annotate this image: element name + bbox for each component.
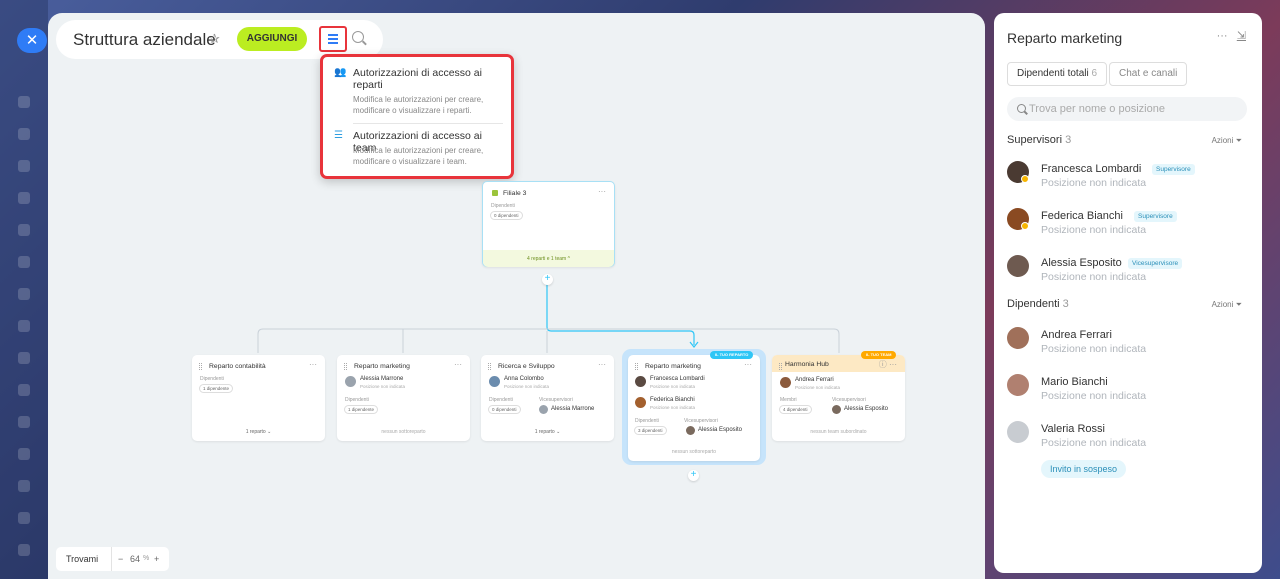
sidebar-icon[interactable] xyxy=(18,448,30,460)
search-icon[interactable] xyxy=(352,31,364,43)
list-item[interactable]: Andrea Ferrari Posizione non indicata xyxy=(1007,327,1247,363)
role-badge: Supervisore xyxy=(1152,164,1195,175)
avatar xyxy=(345,376,356,387)
left-sidebar xyxy=(0,0,48,579)
your-team-badge: IL TUO TEAM xyxy=(861,351,897,359)
avatar xyxy=(489,376,500,387)
collapse-icon[interactable]: ⇲ xyxy=(1237,30,1246,42)
sidebar-icon[interactable] xyxy=(18,384,30,396)
page-title: Struttura aziendale xyxy=(73,30,216,49)
sidebar-icon[interactable] xyxy=(18,128,30,140)
avatar xyxy=(539,405,548,414)
more-icon[interactable]: ··· xyxy=(744,360,752,369)
team-list-icon: ☰ xyxy=(334,130,343,141)
zoom-bar: Trovami − 64 % + xyxy=(56,547,169,571)
zoom-unit: % xyxy=(143,555,150,562)
list-item[interactable]: Mario Bianchi Posizione non indicata xyxy=(1007,374,1247,410)
department-card[interactable]: Reparto contabilità ··· Dipendenti 1 dip… xyxy=(192,355,325,441)
subdepartments-toggle[interactable]: 4 reparti e 1 team ^ xyxy=(483,256,614,262)
role-badge: Supervisore xyxy=(1134,211,1177,222)
invite-pending-badge[interactable]: Invito in sospeso xyxy=(1041,460,1127,478)
connector-lines xyxy=(257,281,840,353)
avatar xyxy=(832,405,841,414)
avatar xyxy=(686,426,695,435)
zoom-level: 64 xyxy=(130,554,141,564)
drag-handle-icon[interactable] xyxy=(488,363,491,370)
more-icon[interactable]: ··· xyxy=(454,360,462,369)
role-badge: Vicesupervisore xyxy=(1128,258,1183,269)
more-icon[interactable]: ··· xyxy=(598,360,606,369)
menu-item-team-permissions[interactable]: ☰ Autorizzazioni di accesso ai team Modi… xyxy=(323,124,511,179)
menu-button[interactable] xyxy=(319,26,347,52)
sidebar-icon[interactable] xyxy=(18,416,30,428)
zoom-in-button[interactable]: + xyxy=(154,547,159,571)
menu-icon xyxy=(328,34,338,36)
department-card[interactable]: Reparto marketing ··· Alessia Marrone Po… xyxy=(337,355,470,441)
org-chart-canvas[interactable]: Struttura aziendale ✰ AGGIUNGI 👥 Autoriz… xyxy=(48,13,985,579)
sidebar-icon[interactable] xyxy=(18,224,30,236)
users-icon: 👥 xyxy=(334,67,347,78)
close-icon[interactable]: ✕ xyxy=(17,28,47,53)
list-item[interactable]: Alessia Esposito Vicesupervisore Posizio… xyxy=(1007,255,1247,291)
list-item[interactable]: Federica Bianchi Supervisore Posizione n… xyxy=(1007,208,1247,244)
supervisors-heading: Supervisori 3 xyxy=(1007,134,1072,146)
avatar xyxy=(635,397,646,408)
avatar xyxy=(1007,421,1029,443)
panel-title: Reparto marketing xyxy=(1007,30,1123,46)
add-subdepartment-icon[interactable]: + xyxy=(688,470,699,481)
subdepartments-toggle[interactable]: 1 reparto ⌄ xyxy=(481,429,614,435)
department-panel: Reparto marketing ··· ⇲ Dipendenti total… xyxy=(994,13,1262,573)
sidebar-icon[interactable] xyxy=(18,160,30,172)
avatar xyxy=(635,376,646,387)
avatar xyxy=(1007,374,1029,396)
department-card[interactable]: Ricerca e Sviluppo ··· Anna Colombo Posi… xyxy=(481,355,614,441)
more-icon[interactable]: ··· xyxy=(598,187,606,196)
drag-handle-icon[interactable] xyxy=(635,363,638,370)
add-subdepartment-icon[interactable]: + xyxy=(542,274,553,285)
sidebar-icon[interactable] xyxy=(18,288,30,300)
supervisors-actions[interactable]: Azioni ⏷ xyxy=(1212,136,1242,146)
avatar xyxy=(1007,255,1029,277)
sidebar-icon[interactable] xyxy=(18,320,30,332)
your-department-badge: IL TUO REPARTO xyxy=(710,351,754,359)
zoom-out-button[interactable]: − xyxy=(118,547,123,571)
avatar xyxy=(1007,327,1029,349)
drag-handle-icon[interactable] xyxy=(199,363,202,370)
root-department-card[interactable]: Filiale 3 ··· Dipendenti 0 dipendenti 4 … xyxy=(482,181,615,267)
sidebar-icon[interactable] xyxy=(18,192,30,204)
add-button[interactable]: AGGIUNGI xyxy=(237,27,307,51)
sidebar-icon[interactable] xyxy=(18,96,30,108)
tab-chats[interactable]: Chat e canali xyxy=(1109,62,1188,86)
avatar xyxy=(780,377,791,388)
subdepartments-toggle[interactable]: 1 reparto ⌄ xyxy=(192,429,325,435)
pin-icon[interactable]: ✰ xyxy=(209,31,220,47)
employees-actions[interactable]: Azioni ⏷ xyxy=(1212,300,1242,310)
department-card-current[interactable]: IL TUO REPARTO Reparto marketing ··· Fra… xyxy=(628,351,760,461)
tab-employees[interactable]: Dipendenti totali 6 xyxy=(1007,62,1108,86)
more-icon[interactable]: ··· xyxy=(309,360,317,369)
team-card[interactable]: IL TUO TEAM Harmonia Hub ⓘ ··· Andrea Fe… xyxy=(772,351,905,441)
branch-icon xyxy=(492,190,498,196)
sidebar-icon[interactable] xyxy=(18,480,30,492)
permissions-menu: 👥 Autorizzazioni di accesso ai reparti M… xyxy=(320,54,514,179)
list-item[interactable]: Valeria Rossi Posizione non indicata Inv… xyxy=(1007,421,1247,481)
sidebar-icon[interactable] xyxy=(18,544,30,556)
search-input[interactable]: Trova per nome o posizione xyxy=(1007,97,1247,121)
drag-handle-icon[interactable] xyxy=(779,363,782,370)
drag-handle-icon[interactable] xyxy=(344,363,347,370)
crown-icon xyxy=(1021,175,1029,183)
find-me-button[interactable]: Trovami xyxy=(66,547,98,571)
sidebar-icon[interactable] xyxy=(18,512,30,524)
sidebar-icon[interactable] xyxy=(18,256,30,268)
more-icon[interactable]: ··· xyxy=(1217,30,1228,42)
more-icon[interactable]: ⓘ ··· xyxy=(879,359,897,370)
employees-heading: Dipendenti 3 xyxy=(1007,298,1069,310)
search-icon xyxy=(1017,104,1026,113)
menu-item-department-permissions[interactable]: 👥 Autorizzazioni di accesso ai reparti M… xyxy=(323,57,511,123)
list-item[interactable]: Francesca Lombardi Supervisore Posizione… xyxy=(1007,161,1247,197)
sidebar-icon[interactable] xyxy=(18,352,30,364)
crown-icon xyxy=(1021,222,1029,230)
